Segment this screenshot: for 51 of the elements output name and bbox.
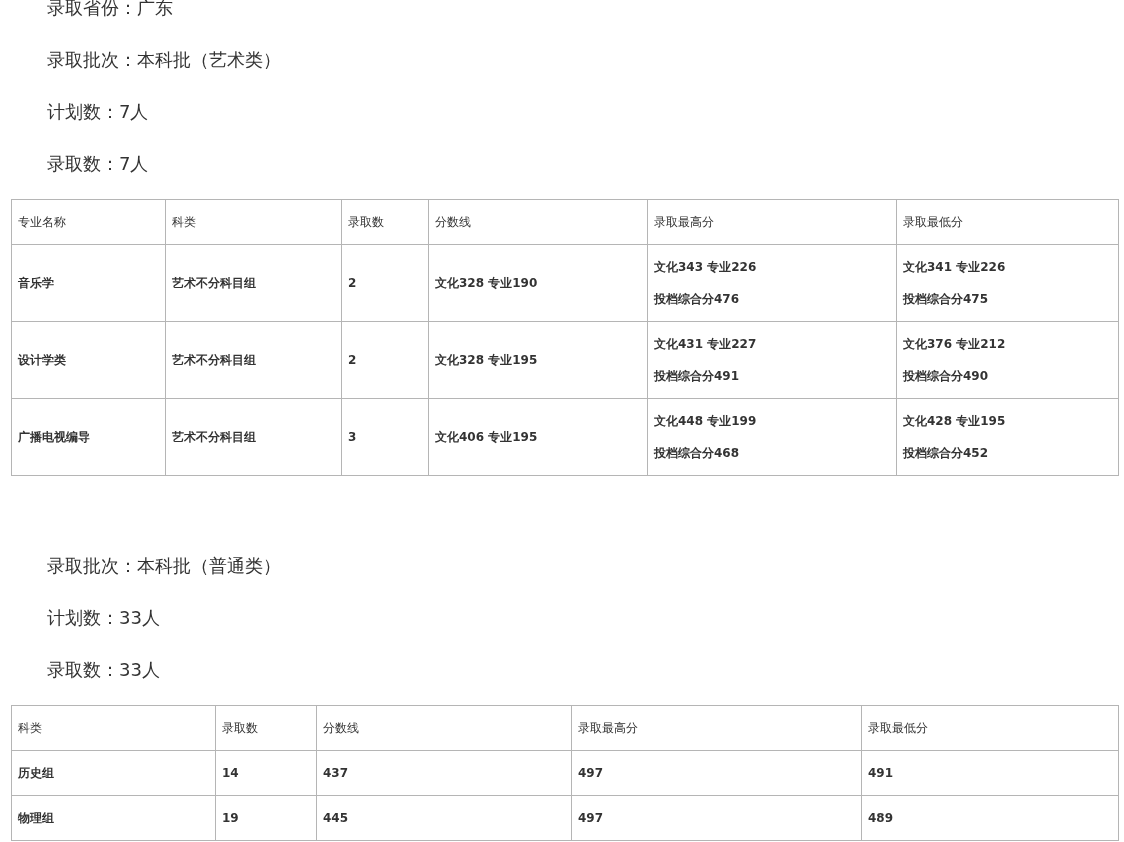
column-header: 专业名称 [11,199,166,245]
table-cell-text: 文化448 专业199 [654,413,758,430]
table-cell-text: 3 [348,429,358,446]
table-cell-text: 文化328 专业195 [435,352,539,369]
table-cell-text: 19 [222,810,240,827]
table-cell-text: 投档综合分490 [903,368,990,385]
info-paragraph: 录取数：33人 [46,658,161,682]
table-cell-text: 文化341 专业226 [903,259,1007,276]
info-paragraph: 录取批次：本科批（艺术类） [46,48,282,72]
info-paragraph: 录取数：7人 [46,152,150,176]
table-cell-text: 文化376 专业212 [903,336,1007,353]
table-cell-text: 文化406 专业195 [435,429,539,446]
table-cell-text: 497 [578,810,605,827]
table-cell-text: 489 [868,810,895,827]
table-cell-text: 497 [578,765,605,782]
column-header: 录取最高分 [571,705,862,751]
table-cell-text: 文化428 专业195 [903,413,1007,430]
table-cell-text: 设计学类 [18,352,67,369]
info-paragraph: 计划数：33人 [46,606,161,630]
column-header: 录取最低分 [861,705,1119,751]
column-header: 录取最高分 [647,199,897,245]
table-cell-text: 2 [348,275,358,292]
table-cell-text: 投档综合分468 [654,445,741,462]
table-cell-text: 文化431 专业227 [654,336,758,353]
table-cell-text: 491 [868,765,895,782]
table-cell-text: 投档综合分475 [903,291,990,308]
table-cell-text: 艺术不分科目组 [172,429,257,446]
table-cell-text: 2 [348,352,358,369]
table-cell-text: 14 [222,765,240,782]
table-cell-text: 445 [323,810,350,827]
table-cell-text: 艺术不分科目组 [172,275,257,292]
table-cell-text: 投档综合分491 [654,368,741,385]
table-cell-text: 艺术不分科目组 [172,352,257,369]
column-header: 科类 [11,705,216,751]
table-cell-text: 历史组 [18,765,55,782]
table-cell-text: 音乐学 [18,275,55,292]
info-paragraph: 计划数：7人 [46,100,150,124]
column-header: 录取数 [215,705,317,751]
table-cell-text: 物理组 [18,810,55,827]
column-header: 录取最低分 [896,199,1119,245]
column-header: 分数线 [316,705,572,751]
table-cell-text: 文化343 专业226 [654,259,758,276]
table-cell-text: 投档综合分452 [903,445,990,462]
table-cell-text: 广播电视编导 [18,429,91,446]
column-header: 录取数 [341,199,429,245]
table-cell-text: 投档综合分476 [654,291,741,308]
table-cell-text: 文化328 专业190 [435,275,539,292]
info-paragraph: 录取批次：本科批（普通类） [46,554,282,578]
table-cell-text: 437 [323,765,350,782]
column-header: 分数线 [428,199,648,245]
column-header: 科类 [165,199,342,245]
